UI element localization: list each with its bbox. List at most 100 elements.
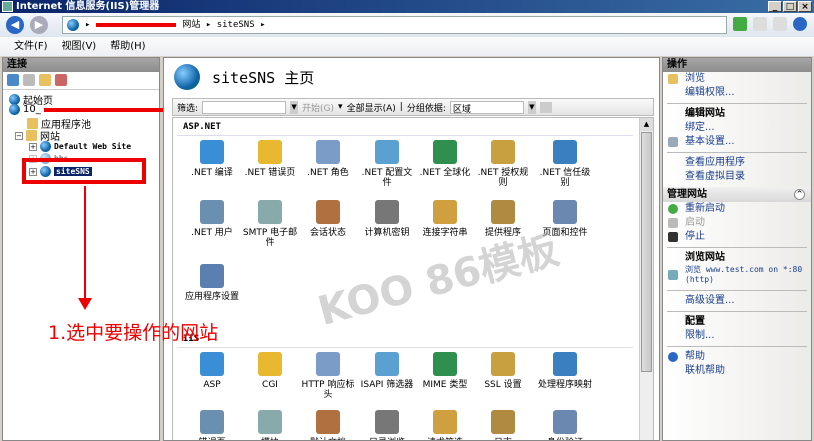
back-button[interactable]: ◀ [6,16,24,34]
group-dropdown[interactable]: ▼ [527,100,536,114]
feature-item[interactable]: ASP [183,352,241,390]
feature-item[interactable]: .NET 信任级别 [536,140,594,188]
feature-icon [316,410,340,434]
feature-item[interactable]: 日志 [474,410,532,440]
feature-item[interactable]: HTTP 响应标头 [299,352,357,400]
maximize-button[interactable]: □ [783,1,797,12]
feature-label: 错误页 [183,438,241,440]
feature-icon [375,140,399,164]
breadcrumb-site[interactable]: siteSNS [217,20,255,30]
filter-input[interactable] [202,100,287,114]
feature-icon [375,410,399,434]
feature-item[interactable]: .NET 全球化 [416,140,474,178]
feature-label: 应用程序设置 [184,292,239,302]
feature-item[interactable]: 模块 [241,410,299,440]
group-by-select[interactable]: 区域 [449,100,524,115]
collapse-icon[interactable]: − [15,131,23,140]
forward-button[interactable]: ▶ [30,16,48,34]
help-icon [668,352,678,362]
action-online-help[interactable]: 联机帮助 [663,364,811,378]
scroll-thumb[interactable] [641,132,652,372]
tree-server[interactable]: 10_ [9,104,164,115]
feature-item[interactable]: 连接字符串 [416,200,474,238]
minimize-button[interactable]: _ [768,1,782,12]
feature-item[interactable]: .NET 角色 [299,140,357,178]
feature-item[interactable]: 会话状态 [299,200,357,238]
breadcrumb-sites[interactable]: 网站 [182,20,200,30]
feature-item[interactable]: 应用程序设置 [183,264,241,302]
feature-icon [200,264,224,288]
action-help[interactable]: 帮助 [663,350,811,364]
address-input[interactable]: ▸ 网站 ▸ siteSNS ▸ [62,16,727,34]
action-edit-permissions[interactable]: 编辑权限... [663,86,811,100]
globe-icon [67,19,79,31]
action-view-apps[interactable]: 查看应用程序 [663,156,811,170]
action-browse[interactable]: 浏览 [663,72,811,86]
menu-file[interactable]: 文件(F) [14,37,48,56]
feature-item[interactable]: 处理程序映射 [536,352,594,390]
feature-item[interactable]: .NET 授权规则 [474,140,532,188]
action-basic-settings[interactable]: 基本设置... [663,135,811,149]
site-icon [40,141,51,152]
expand-icon[interactable]: + [29,142,37,151]
action-start[interactable]: 启动 [663,216,811,230]
feature-item[interactable]: 提供程序 [474,200,532,238]
action-view-vdirs[interactable]: 查看虚拟目录 [663,170,811,184]
action-advanced-settings[interactable]: 高级设置... [663,294,811,308]
action-limits[interactable]: 限制... [663,329,811,343]
scrollbar[interactable]: ▲ [639,118,653,440]
feature-label: 模块 [241,438,299,440]
show-all-button[interactable]: 全部显示(A) [347,101,396,114]
home-icon[interactable] [773,17,787,31]
feature-icon [258,352,282,376]
delete-connection-icon[interactable] [55,74,67,86]
feature-item[interactable]: SMTP 电子邮件 [241,200,299,248]
feature-item[interactable]: SSL 设置 [474,352,532,390]
collapse-icon[interactable]: ^ [794,189,805,200]
feature-icon [553,352,577,376]
feature-item[interactable]: 身份验证 [536,410,594,440]
filter-dropdown[interactable]: ▼ [290,100,299,114]
action-browse-url[interactable]: 浏览 www.test.com on *:80 (http) [663,265,811,287]
connect-icon[interactable] [7,74,19,86]
feature-item[interactable]: 错误页 [183,410,241,440]
tree-default-site[interactable]: + Default Web Site [29,141,131,152]
menu-bar: 文件(F) 视图(V) 帮助(H) [0,37,814,56]
action-restart[interactable]: 重新启动 [663,202,811,216]
feature-item[interactable]: 页面和控件 [536,200,594,238]
close-button[interactable]: × [798,1,812,12]
section-divider [177,135,633,136]
action-label: 帮助 [685,351,705,362]
feature-item[interactable]: 默认文档 [299,410,357,440]
stop-icon[interactable] [753,17,767,31]
feature-item[interactable]: 计算机密钥 [358,200,416,238]
feature-icon [200,140,224,164]
up-icon[interactable] [39,74,51,86]
restart-icon [668,204,678,214]
action-bindings[interactable]: 绑定... [663,121,811,135]
feature-label: 日志 [474,438,532,440]
refresh-icon[interactable] [733,17,747,31]
feature-item[interactable]: .NET 用户 [183,200,241,238]
save-icon[interactable] [23,74,35,86]
feature-item[interactable]: MIME 类型 [416,352,474,390]
view-icon[interactable] [539,101,552,113]
start-filter-button[interactable]: 开始(G) [302,101,334,114]
feature-item[interactable]: 请求筛选 [416,410,474,440]
menu-view[interactable]: 视图(V) [62,37,97,56]
feature-item[interactable]: 目录浏览 [358,410,416,440]
feature-item[interactable]: .NET 配置文件 [358,140,416,188]
feature-icon [375,352,399,376]
feature-icon [491,200,515,224]
action-stop[interactable]: 停止 [663,230,811,244]
scroll-up[interactable]: ▲ [640,118,653,131]
help-icon[interactable] [793,17,807,31]
highlight-box [22,158,146,184]
feature-item[interactable]: CGI [241,352,299,390]
divider [667,346,807,347]
feature-item[interactable]: .NET 错误页 [241,140,299,178]
breadcrumb-sep: ▸ [260,20,266,30]
feature-item[interactable]: .NET 编译 [183,140,241,178]
feature-item[interactable]: ISAPI 筛选器 [358,352,416,390]
menu-help[interactable]: 帮助(H) [110,37,145,56]
